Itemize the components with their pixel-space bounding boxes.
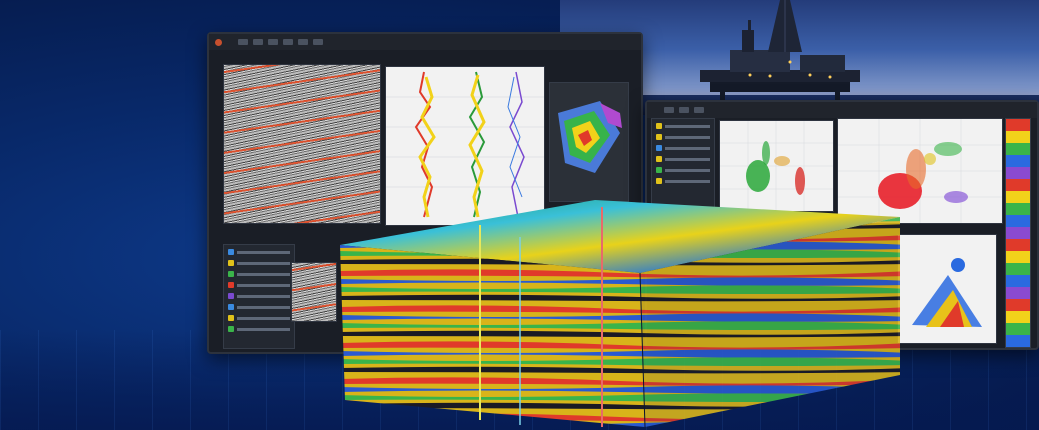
list-item[interactable] [228, 325, 290, 333]
list-item[interactable] [228, 248, 290, 256]
toolbar-button[interactable] [268, 39, 278, 45]
left-toolbar [209, 34, 641, 50]
rose-plot-panel[interactable] [897, 234, 997, 344]
color-scale-bar [1005, 118, 1031, 348]
right-toolbar [647, 102, 1037, 118]
toolbar-button[interactable] [283, 39, 293, 45]
toolbar-button[interactable] [298, 39, 308, 45]
list-item[interactable] [656, 122, 710, 130]
list-item[interactable] [228, 314, 290, 322]
list-item[interactable] [228, 281, 290, 289]
toolbar-button[interactable] [238, 39, 248, 45]
list-item[interactable] [656, 144, 710, 152]
distribution-chart [912, 258, 982, 327]
toolbar-button[interactable] [694, 107, 704, 113]
toolbar-button[interactable] [679, 107, 689, 113]
3d-geological-model[interactable] [340, 195, 910, 430]
toolbar-button[interactable] [313, 39, 323, 45]
seismic-thumbnail[interactable] [291, 262, 337, 322]
toolbar-button[interactable] [253, 39, 263, 45]
list-item[interactable] [656, 155, 710, 163]
layer-list-panel[interactable] [223, 244, 295, 349]
list-item[interactable] [228, 303, 290, 311]
oil-rig-icon [700, 0, 860, 102]
map-view-panel[interactable] [549, 82, 629, 202]
list-item[interactable] [656, 133, 710, 141]
app-logo-icon [215, 38, 222, 46]
list-item[interactable] [228, 292, 290, 300]
contour-map [550, 83, 628, 201]
list-item[interactable] [656, 177, 710, 185]
toolbar-button[interactable] [664, 107, 674, 113]
list-item[interactable] [228, 259, 290, 267]
list-item[interactable] [228, 270, 290, 278]
list-item[interactable] [656, 166, 710, 174]
